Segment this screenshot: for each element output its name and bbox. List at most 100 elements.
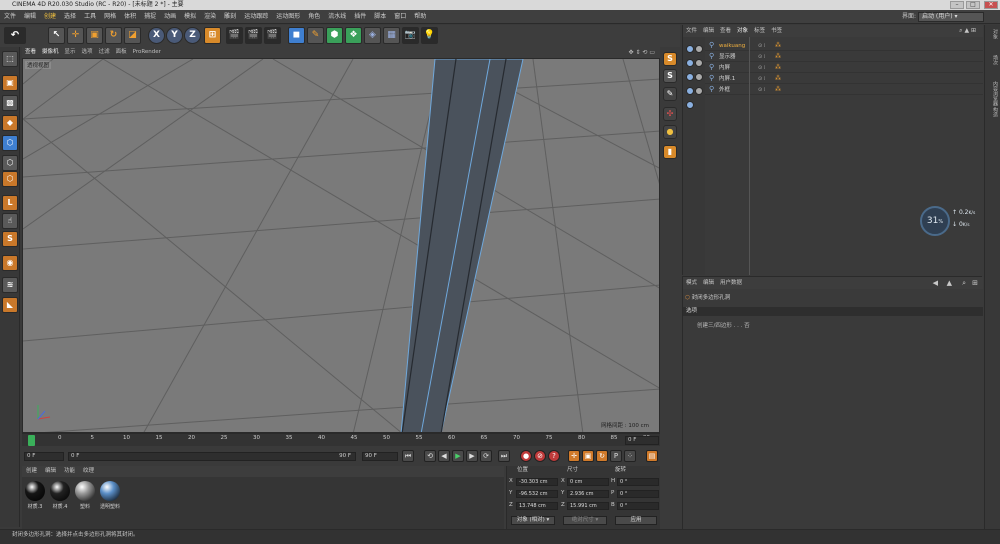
right-tab[interactable]: 场次: [987, 55, 999, 65]
size-mode-select[interactable]: 绝对尺寸 ▾: [563, 516, 607, 525]
menu-item[interactable]: 网格: [100, 10, 120, 24]
scheme-icon[interactable]: ▤: [646, 450, 658, 462]
point-mode-icon[interactable]: ⬡: [2, 135, 18, 151]
workplane-icon-small[interactable]: ▮: [663, 145, 677, 159]
object-name[interactable]: 内屏.1: [719, 75, 735, 83]
object-row[interactable]: ⚲ waikuang ⊙ ⁞ ⁂: [705, 41, 983, 51]
next-key-icon[interactable]: ⟳: [480, 450, 492, 462]
key-scale-icon[interactable]: ▣: [582, 450, 594, 462]
start-frame-field[interactable]: 0 F: [24, 452, 64, 461]
render-settings-icon[interactable]: 🎬: [264, 27, 281, 44]
layer-icon[interactable]: ≋: [2, 277, 18, 293]
viewport-menu-item[interactable]: 显示: [62, 47, 79, 58]
floor-icon[interactable]: ▦: [383, 27, 400, 44]
cube-icon[interactable]: ◼: [288, 27, 305, 44]
next-frame-icon[interactable]: ▶: [466, 450, 478, 462]
right-tab[interactable]: 构造: [987, 107, 999, 117]
deformer-icon[interactable]: ◈: [364, 27, 381, 44]
object-name[interactable]: 显示器: [719, 53, 736, 61]
viewport-menu-item[interactable]: 查看: [22, 47, 39, 58]
timeline[interactable]: 051015202530354045505560657075808590: [22, 433, 660, 446]
axis-lock-icon[interactable]: ✣: [663, 107, 677, 121]
menu-item[interactable]: 创建: [40, 10, 60, 24]
tab-options[interactable]: 选项: [683, 307, 983, 316]
object-row[interactable]: ⚲ 内屏 ⊙ ⁞ ⁂: [705, 63, 983, 73]
menu-item[interactable]: 体积: [120, 10, 140, 24]
right-tab[interactable]: 对象: [987, 29, 999, 39]
rotation-field[interactable]: 0 °: [617, 502, 659, 510]
right-tab[interactable]: 内容浏览器: [987, 81, 999, 106]
menu-item[interactable]: 渲染: [200, 10, 220, 24]
axis-z-icon[interactable]: Z: [184, 27, 201, 44]
object-tool-icon-6[interactable]: [695, 73, 703, 81]
object-tool-icon-7[interactable]: [686, 87, 694, 95]
edge-mode-icon[interactable]: ⬡: [2, 155, 18, 171]
object-name[interactable]: waikuang: [719, 42, 745, 50]
light-icon[interactable]: 💡: [421, 27, 438, 44]
texture-mode-icon[interactable]: ▩: [2, 95, 18, 111]
object-search-icon[interactable]: ⌕ ▲ ⊞: [956, 25, 979, 37]
coordinate-mode-select[interactable]: 对象 (相对) ▾: [511, 516, 555, 525]
material-swatch[interactable]: 透明塑料: [99, 481, 121, 510]
menu-item[interactable]: 角色: [304, 10, 324, 24]
tweak-mode-icon[interactable]: ☝: [2, 213, 18, 229]
recent-tool-icon[interactable]: ◪: [124, 27, 141, 44]
auto-key-icon[interactable]: ⊘: [534, 450, 546, 462]
snap-toggle-icon[interactable]: S: [663, 52, 677, 66]
timeline-playhead[interactable]: [28, 435, 35, 446]
array-icon[interactable]: ❖: [345, 27, 362, 44]
key-position-icon[interactable]: ✛: [568, 450, 580, 462]
key-pla-icon[interactable]: ⁘: [624, 450, 636, 462]
play-icon[interactable]: ▶: [452, 450, 464, 462]
keyframe-selection-icon[interactable]: ?: [548, 450, 560, 462]
menu-item[interactable]: 运动跟踪: [240, 10, 272, 24]
previous-key-icon[interactable]: ⟲: [424, 450, 436, 462]
rotate-tool-icon[interactable]: ↻: [105, 27, 122, 44]
coordinate-system-icon[interactable]: ⊞: [204, 27, 221, 44]
phong-tag-icon[interactable]: ⁂: [775, 42, 781, 50]
material-menu-item[interactable]: 功能: [60, 466, 79, 477]
mesh-object[interactable]: [400, 59, 524, 433]
object-name[interactable]: 内屏: [719, 64, 730, 72]
make-editable-icon[interactable]: ⬚: [2, 51, 18, 67]
workplane-lock-icon[interactable]: ◣: [2, 297, 18, 313]
workplane-icon[interactable]: ◆: [2, 115, 18, 131]
material-menu-item[interactable]: 创建: [22, 466, 41, 477]
rotation-field[interactable]: 0 °: [617, 478, 659, 486]
object-tool-icon-5[interactable]: [686, 73, 694, 81]
axis-x-icon[interactable]: X: [148, 27, 165, 44]
attributes-menu-item[interactable]: 用户数据: [717, 277, 745, 289]
object-tool-icon-4[interactable]: [695, 59, 703, 67]
create-tri-quad-option[interactable]: 创建三/四边形 . . . 否: [697, 321, 750, 329]
render-picture-viewer-icon[interactable]: 🎬: [245, 27, 262, 44]
key-rotation-icon[interactable]: ↻: [596, 450, 608, 462]
new-panel-icon[interactable]: ⊞: [972, 279, 978, 287]
object-row[interactable]: ⚲ 外框 ⊙ ⁞ ⁂: [705, 85, 983, 95]
visibility-toggle-icon[interactable]: ⊙ ⁞: [758, 53, 765, 61]
object-list-divider[interactable]: [749, 37, 750, 275]
material-swatch[interactable]: 材质.4: [49, 481, 71, 510]
brush-icon[interactable]: ✎: [663, 87, 677, 101]
position-field[interactable]: 13.748 cm: [516, 502, 558, 510]
object-tool-icon-8[interactable]: [695, 87, 703, 95]
scale-tool-icon[interactable]: ▣: [86, 27, 103, 44]
search-icon[interactable]: ⌕: [962, 279, 966, 288]
apply-button[interactable]: 应用: [615, 516, 657, 525]
viewport-menu-item[interactable]: 摄像机: [39, 47, 62, 58]
material-menu-item[interactable]: 纹理: [79, 466, 98, 477]
previous-frame-icon[interactable]: ◀: [438, 450, 450, 462]
object-menu-item[interactable]: 书签: [768, 25, 785, 37]
menu-item[interactable]: 流水线: [324, 10, 350, 24]
menu-item[interactable]: 动画: [160, 10, 180, 24]
subdivision-icon[interactable]: ⬢: [326, 27, 343, 44]
rotation-field[interactable]: 0 °: [617, 490, 659, 498]
object-tool-icon-1[interactable]: [686, 45, 694, 53]
layout-select[interactable]: 启动 (用户) ▾: [918, 12, 984, 22]
menu-item[interactable]: 选择: [60, 10, 80, 24]
object-row[interactable]: ⚲ 显示器 ⊙ ⁞ ⁂: [705, 52, 983, 62]
object-tool-icon-2[interactable]: [695, 45, 703, 53]
axis-mode-icon[interactable]: L: [2, 195, 18, 211]
visibility-toggle-icon[interactable]: ⊙ ⁞: [758, 64, 765, 72]
close-button[interactable]: ✕: [984, 1, 998, 9]
attributes-menu-item[interactable]: 模式: [683, 277, 700, 289]
